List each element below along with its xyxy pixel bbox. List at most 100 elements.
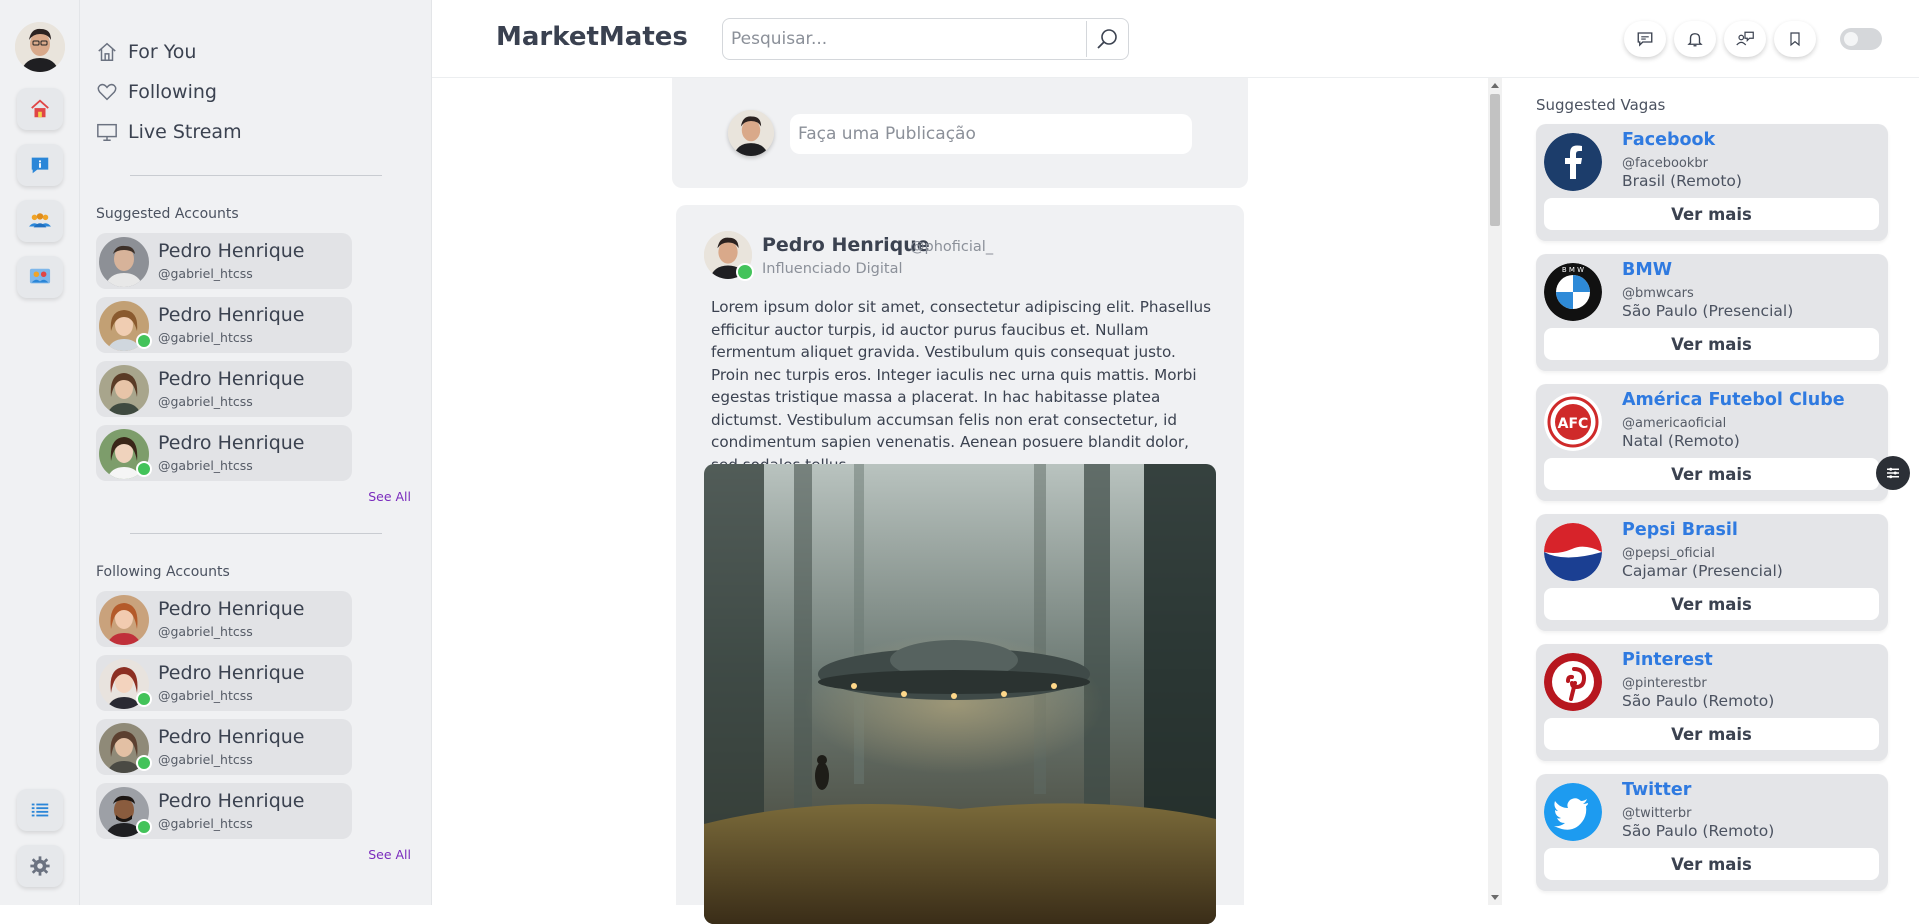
gear-icon: [30, 856, 50, 876]
verified-badge: [136, 461, 152, 477]
nav-following[interactable]: Following: [96, 78, 217, 106]
verified-badge: [736, 263, 754, 281]
post-text: Lorem ipsum dolor sit amet, consectetur …: [711, 298, 1212, 474]
groups-rail-button[interactable]: [17, 200, 63, 242]
theme-toggle[interactable]: [1840, 28, 1882, 50]
post-author-handle: @phoficial_: [910, 239, 994, 255]
vaga-handle: @pinterestbr: [1622, 676, 1707, 691]
vaga-company[interactable]: Twitter: [1622, 780, 1691, 800]
vaga-company[interactable]: Pinterest: [1622, 650, 1713, 670]
facebook-logo: [1544, 133, 1602, 191]
new-post-input[interactable]: [790, 114, 1192, 154]
floating-menu-button[interactable]: [1876, 456, 1910, 490]
following-account-item[interactable]: Pedro Henrique @gabriel_htcss: [96, 655, 352, 711]
vaga-handle: @americaoficial: [1622, 416, 1727, 431]
vaga-company[interactable]: BMW: [1622, 260, 1672, 280]
vaga-handle: @pepsi_oficial: [1622, 546, 1715, 561]
following-account-item[interactable]: Pedro Henrique @gabriel_htcss: [96, 783, 352, 839]
vaga-card: AFC América Futebol Clube @americaoficia…: [1536, 384, 1888, 501]
account-name: Pedro Henrique: [158, 368, 305, 390]
account-name: Pedro Henrique: [158, 432, 305, 454]
nav-following-label: Following: [128, 81, 217, 103]
vaga-handle: @bmwcars: [1622, 286, 1694, 301]
account-avatar: [99, 365, 149, 415]
post-author-name[interactable]: Pedro Henrique: [762, 234, 930, 256]
vaga-handle: @twitterbr: [1622, 806, 1692, 821]
account-handle: @gabriel_htcss: [158, 624, 253, 639]
vaga-location: São Paulo (Remoto): [1622, 822, 1775, 840]
following-accounts-title: Following Accounts: [96, 564, 230, 580]
people-chat-icon: [1736, 31, 1754, 46]
vaga-card: Pinterest @pinterestbr São Paulo (Remoto…: [1536, 644, 1888, 761]
list-icon: [31, 803, 49, 817]
account-handle: @gabriel_htcss: [158, 688, 253, 703]
home-icon: [31, 99, 49, 118]
nav-for-you[interactable]: For You: [96, 38, 196, 66]
list-rail-button[interactable]: [17, 789, 63, 831]
scroll-up-arrow[interactable]: [1491, 83, 1499, 88]
post-image[interactable]: [704, 464, 1216, 924]
suggested-account-item[interactable]: Pedro Henrique @gabriel_htcss: [96, 233, 352, 289]
vaga-card: Pepsi Brasil @pepsi_oficial Cajamar (Pre…: [1536, 514, 1888, 631]
vaga-location: Brasil (Remoto): [1622, 172, 1742, 190]
vaga-company[interactable]: América Futebol Clube: [1622, 390, 1845, 410]
suggested-account-item[interactable]: Pedro Henrique @gabriel_htcss: [96, 425, 352, 481]
account-name: Pedro Henrique: [158, 662, 305, 684]
account-avatar: [99, 237, 149, 287]
left-sidebar: For You Following Live Stream Suggested …: [80, 0, 432, 905]
toggle-knob: [1844, 32, 1858, 46]
verified-badge: [136, 333, 152, 349]
vaga-card: B M W BMW @bmwcars São Paulo (Presencial…: [1536, 254, 1888, 371]
ver-mais-button[interactable]: Ver mais: [1544, 848, 1879, 880]
search-input[interactable]: [731, 27, 1061, 51]
menu-lines-icon: [1887, 467, 1899, 479]
scrollbar-thumb[interactable]: [1490, 94, 1500, 226]
settings-rail-button[interactable]: [17, 845, 63, 887]
following-account-item[interactable]: Pedro Henrique @gabriel_htcss: [96, 591, 352, 647]
account-handle: @gabriel_htcss: [158, 816, 253, 831]
account-handle: @gabriel_htcss: [158, 266, 253, 281]
bookmark-icon: [1790, 32, 1800, 47]
verified-badge: [136, 755, 152, 771]
ver-mais-button[interactable]: Ver mais: [1544, 198, 1879, 230]
ver-mais-button[interactable]: Ver mais: [1544, 458, 1879, 490]
suggested-accounts-title: Suggested Accounts: [96, 206, 239, 222]
nav-live-stream[interactable]: Live Stream: [96, 118, 242, 146]
scroll-down-arrow[interactable]: [1491, 895, 1499, 900]
ver-mais-button[interactable]: Ver mais: [1544, 328, 1879, 360]
group-icon: [29, 213, 51, 228]
account-avatar: [99, 595, 149, 645]
following-see-all-link[interactable]: See All: [368, 847, 411, 862]
messages-button[interactable]: [1624, 21, 1666, 57]
home-rail-button[interactable]: [17, 88, 63, 130]
feed-scrollbar[interactable]: [1488, 78, 1502, 905]
account-name: Pedro Henrique: [158, 598, 305, 620]
post-author-role: Influenciado Digital: [762, 261, 903, 277]
ver-mais-button[interactable]: Ver mais: [1544, 718, 1879, 750]
home-outline-icon: [98, 42, 116, 61]
suggested-account-item[interactable]: Pedro Henrique @gabriel_htcss: [96, 297, 352, 353]
ver-mais-button[interactable]: Ver mais: [1544, 588, 1879, 620]
vaga-company[interactable]: Pepsi Brasil: [1622, 520, 1738, 540]
america-logo: AFC: [1544, 393, 1602, 451]
monitor-icon: [97, 123, 117, 141]
nav-live-stream-label: Live Stream: [128, 121, 242, 143]
bmw-logo: B M W: [1544, 263, 1602, 321]
community-button[interactable]: [1724, 21, 1766, 57]
search-button[interactable]: [1086, 21, 1126, 57]
composer-avatar: [728, 110, 774, 156]
account-name: Pedro Henrique: [158, 304, 305, 326]
info-rail-button[interactable]: [17, 144, 63, 186]
vaga-company[interactable]: Facebook: [1622, 130, 1715, 150]
suggested-account-item[interactable]: Pedro Henrique @gabriel_htcss: [96, 361, 352, 417]
account-name: Pedro Henrique: [158, 240, 305, 262]
team-rail-button[interactable]: [17, 256, 63, 298]
user-avatar[interactable]: [15, 22, 65, 72]
brand-title[interactable]: MarketMates: [496, 22, 688, 52]
following-account-item[interactable]: Pedro Henrique @gabriel_htcss: [96, 719, 352, 775]
suggested-see-all-link[interactable]: See All: [368, 489, 411, 504]
vaga-location: São Paulo (Presencial): [1622, 302, 1794, 320]
saved-button[interactable]: [1774, 21, 1816, 57]
notifications-button[interactable]: [1674, 21, 1716, 57]
vaga-card: Facebook @facebookbr Brasil (Remoto) Ver…: [1536, 124, 1888, 241]
